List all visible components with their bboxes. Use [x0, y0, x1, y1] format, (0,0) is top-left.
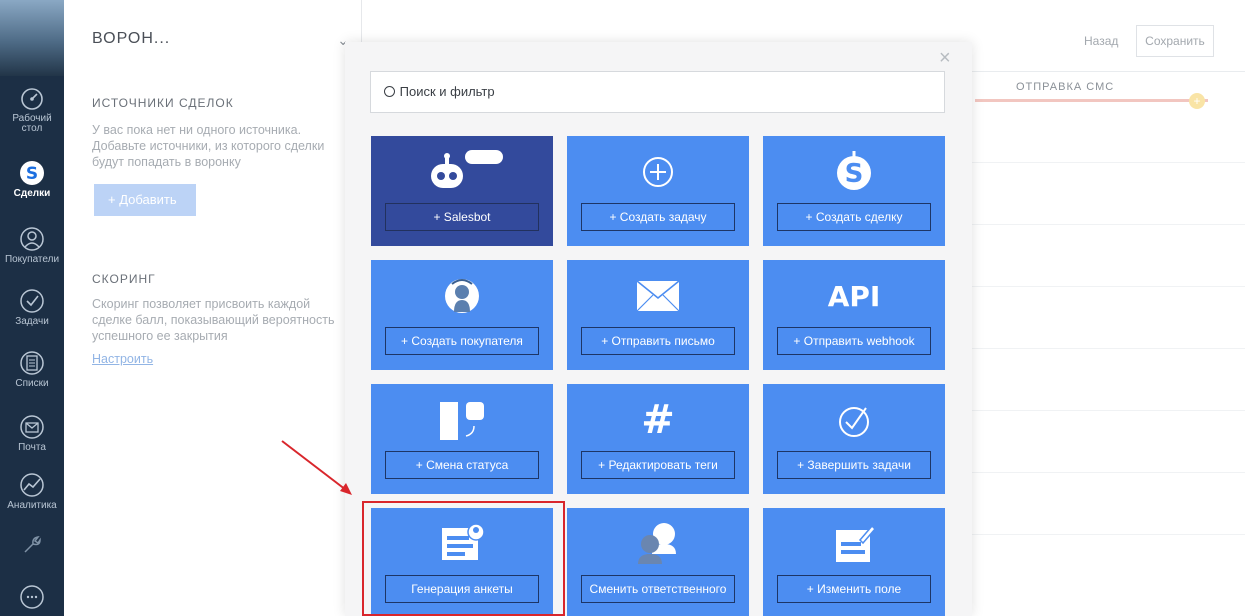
divider: [945, 224, 1245, 225]
chat-icon: [20, 585, 44, 609]
plus-circle-icon: [567, 148, 749, 196]
tile-edit-tags[interactable]: # + Редактировать теги: [567, 384, 749, 494]
tile-create-deal[interactable]: S + Создать сделку: [763, 136, 945, 246]
svg-text:S: S: [26, 164, 38, 184]
pipeline-column-title: ОТПРАВКА СМС: [1016, 81, 1115, 93]
save-button[interactable]: Сохранить: [1136, 25, 1214, 57]
tile-label: + Изменить поле: [777, 575, 931, 603]
funnel-name-select[interactable]: ВОРОН... ⌄: [92, 30, 349, 48]
divider: [945, 286, 1245, 287]
annotation-arrow-icon: [281, 440, 352, 495]
pipeline-column-bar: [975, 99, 1208, 102]
scoring-text: Скоринг позволяет присвоить каждой сделк…: [92, 297, 335, 343]
lists-icon: [20, 351, 44, 375]
envelope-icon: [567, 272, 749, 320]
api-icon: API: [763, 272, 945, 320]
tile-label: + Отправить webhook: [777, 327, 931, 355]
tile-label: + Завершить задачи: [777, 451, 931, 479]
tile-label: + Создать покупателя: [385, 327, 539, 355]
nav-label: Задачи: [15, 316, 49, 327]
tile-salesbot[interactable]: + Salesbot: [371, 136, 553, 246]
divider: [945, 472, 1245, 473]
search-placeholder: Поиск и фильтр: [399, 84, 495, 99]
customers-icon: [20, 227, 44, 251]
sources-title: ИСТОЧНИКИ СДЕЛОК: [92, 96, 234, 110]
edit-field-icon: [763, 520, 945, 568]
dollar-icon: S: [763, 148, 945, 196]
status-change-icon: [371, 396, 553, 444]
nav-label: Аналитика: [7, 500, 57, 511]
tile-label: + Создать задачу: [581, 203, 735, 231]
nav-item-dashboard[interactable]: Рабочий стол: [0, 86, 64, 134]
tile-change-owner[interactable]: Сменить ответственного: [567, 508, 749, 616]
nav-label: Сделки: [13, 188, 51, 199]
tasks-icon: [20, 289, 44, 313]
sources-text: У вас пока нет ни одного источника. Доба…: [92, 123, 325, 169]
search-icon: [384, 86, 395, 97]
check-circle-icon: [763, 396, 945, 444]
robot-icon: [371, 148, 553, 196]
analytics-icon: [20, 473, 44, 497]
customer-icon: [371, 272, 553, 320]
tile-label: + Смена статуса: [385, 451, 539, 479]
highlight-box: [362, 501, 565, 616]
scoring-title: СКОРИНГ: [92, 272, 156, 286]
nav-item-chat[interactable]: [0, 584, 64, 612]
api-icon-text: API: [827, 279, 881, 313]
tile-send-email[interactable]: + Отправить письмо: [567, 260, 749, 370]
close-icon[interactable]: ×: [939, 47, 951, 70]
tile-label: + Редактировать теги: [581, 451, 735, 479]
left-nav: Рабочий стол S Сделки Покупатели Задачи …: [0, 0, 64, 616]
add-source-button[interactable]: + Добавить: [94, 184, 196, 216]
deals-icon: S: [20, 161, 44, 185]
nav-label: Списки: [15, 378, 49, 389]
tile-change-status[interactable]: + Смена статуса: [371, 384, 553, 494]
divider: [945, 410, 1245, 411]
tile-label: Сменить ответственного: [581, 575, 735, 603]
nav-item-settings[interactable]: [0, 532, 64, 560]
tile-complete-tasks[interactable]: + Завершить задачи: [763, 384, 945, 494]
nav-label: Почта: [18, 442, 46, 453]
add-trigger-icon[interactable]: +: [1189, 93, 1205, 109]
settings-icon: [24, 535, 41, 553]
divider: [945, 348, 1245, 349]
back-button[interactable]: Назад: [1084, 34, 1118, 48]
funnel-name: ВОРОН...: [92, 30, 171, 47]
nav-item-tasks[interactable]: Задачи: [0, 288, 64, 327]
hashtag-icon-text: #: [641, 397, 675, 443]
tile-create-customer[interactable]: + Создать покупателя: [371, 260, 553, 370]
nav-item-mail[interactable]: Почта: [0, 414, 64, 453]
app: Рабочий стол S Сделки Покупатели Задачи …: [0, 0, 1245, 616]
dashboard-icon: [21, 88, 43, 110]
funnel-settings-panel: ВОРОН... ⌄ ИСТОЧНИКИ СДЕЛОК У вас пока н…: [64, 0, 362, 616]
tile-send-webhook[interactable]: API + Отправить webhook: [763, 260, 945, 370]
tile-label: + Salesbot: [385, 203, 539, 231]
divider: [945, 162, 1245, 163]
hashtag-icon: #: [567, 396, 749, 444]
tile-label: + Отправить письмо: [581, 327, 735, 355]
nav-item-deals[interactable]: S Сделки: [0, 160, 64, 199]
nav-label: Рабочий стол: [12, 113, 52, 134]
user-avatar[interactable]: [0, 0, 64, 76]
tile-label: + Создать сделку: [777, 203, 931, 231]
divider: [945, 534, 1245, 535]
scoring-setup-link[interactable]: Настроить: [92, 352, 153, 366]
nav-item-lists[interactable]: Списки: [0, 350, 64, 389]
nav-label: Покупатели: [4, 254, 60, 265]
tile-edit-field[interactable]: + Изменить поле: [763, 508, 945, 616]
tile-create-task[interactable]: + Создать задачу: [567, 136, 749, 246]
nav-item-analytics[interactable]: Аналитика: [0, 472, 64, 511]
svg-text:S: S: [845, 159, 864, 189]
nav-item-customers[interactable]: Покупатели: [0, 226, 64, 265]
mail-icon: [20, 415, 44, 439]
change-owner-icon: [567, 520, 749, 568]
search-input[interactable]: Поиск и фильтр: [370, 71, 945, 113]
